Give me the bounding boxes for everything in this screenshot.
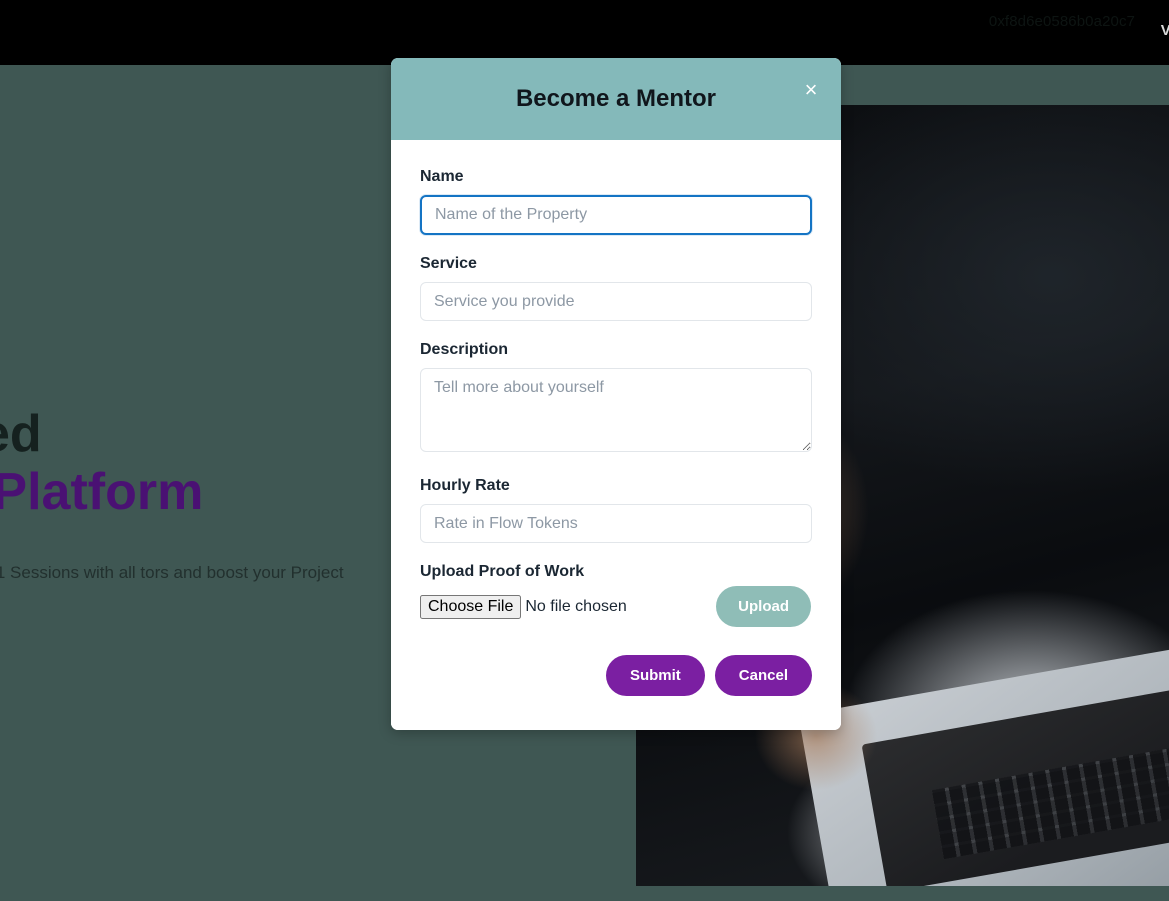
field-label-service: Service [420, 255, 477, 272]
field-label-hourly-rate: Hourly Rate [420, 477, 510, 494]
wallet-address: 0xf8d6e0586b0a20c7 [988, 13, 1135, 30]
become-a-mentor-modal: Become a Mentor × Name Service Descripti… [391, 58, 841, 730]
field-hourly-rate: Hourly Rate [420, 477, 812, 543]
field-upload-proof: Upload Proof of Work Upload [420, 563, 812, 635]
hero-title-line1: centralized [0, 405, 42, 463]
upload-button[interactable]: Upload [716, 586, 811, 627]
hero-subtitle: Mentors at one place. Book 1:1 Sessions … [0, 563, 344, 582]
hero-title-line2-accent: Platform [0, 463, 204, 521]
file-upload-row: Upload [420, 586, 812, 635]
close-icon[interactable]: × [797, 76, 825, 104]
proof-file-input[interactable] [420, 595, 723, 619]
page-root: centralized ntorship Platform Mentors at… [0, 0, 1169, 901]
modal-title: Become a Mentor [515, 85, 717, 112]
page-title: centralized ntorship Platform [0, 405, 430, 521]
modal-body: Name Service Description Hourly Rate Upl… [391, 140, 841, 730]
service-input[interactable] [420, 282, 812, 321]
modal-action-row: Submit Cancel [420, 655, 812, 696]
field-service: Service [420, 255, 812, 321]
hero-copy: centralized ntorship Platform Mentors at… [0, 405, 430, 660]
field-description: Description [420, 341, 812, 457]
cancel-button[interactable]: Cancel [714, 655, 812, 696]
field-label-upload: Upload Proof of Work [420, 563, 585, 580]
field-label-name: Name [420, 168, 464, 185]
top-navigation-bar: 0xf8d6e0586b0a20c7 Vie [0, 0, 1169, 65]
hourly-rate-input[interactable] [420, 504, 812, 543]
nav-link-view[interactable]: Vie [1161, 22, 1169, 39]
submit-button[interactable]: Submit [605, 655, 705, 696]
field-name: Name [420, 168, 812, 235]
field-label-description: Description [420, 341, 509, 358]
name-input[interactable] [420, 195, 812, 235]
modal-header: Become a Mentor × [391, 58, 841, 140]
description-textarea[interactable] [420, 368, 812, 452]
